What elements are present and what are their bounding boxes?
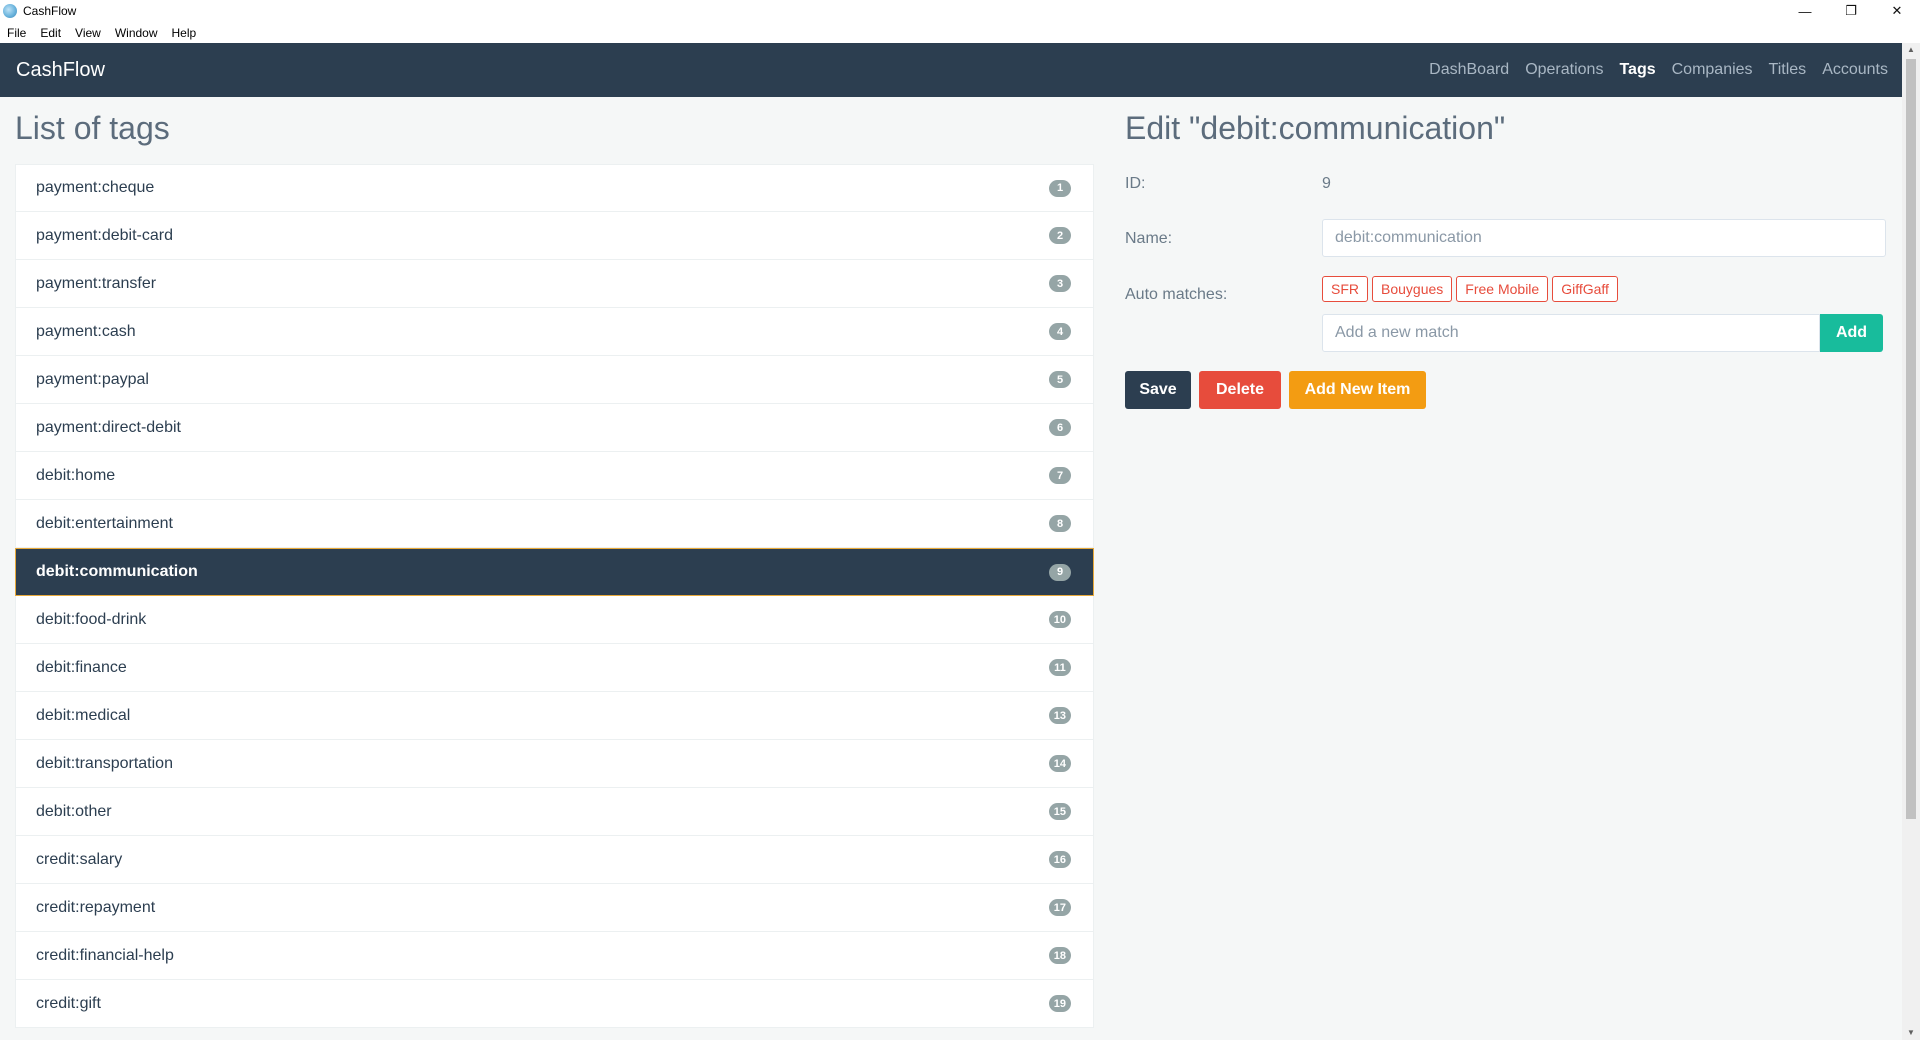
page-scrollbar[interactable]: ▲ ▼	[1902, 43, 1920, 1040]
name-label: Name:	[1125, 230, 1173, 247]
tag-list-item[interactable]: credit:gift 19	[15, 980, 1094, 1028]
tag-id-badge: 18	[1048, 947, 1071, 964]
scroll-down-icon[interactable]: ▼	[1902, 1026, 1920, 1040]
maximize-icon[interactable]: ❐	[1828, 0, 1874, 22]
tag-label: payment:cheque	[36, 179, 155, 196]
brand-link[interactable]: CashFlow	[0, 59, 105, 82]
tag-id-badge: 15	[1048, 803, 1071, 820]
save-button[interactable]: Save	[1125, 371, 1191, 409]
window-titlebar: CashFlow — ❐ ✕	[0, 0, 1920, 22]
tag-label: payment:paypal	[36, 370, 149, 388]
tag-label: credit:salary	[36, 850, 123, 868]
tag-id-badge: 9	[1049, 563, 1071, 581]
name-input[interactable]	[1322, 219, 1886, 257]
menu-window[interactable]: Window	[108, 26, 165, 40]
tag-id-badge: 10	[1048, 611, 1071, 628]
match-chip[interactable]: Free Mobile	[1456, 276, 1549, 302]
tag-list-item[interactable]: payment:cheque 1	[15, 164, 1094, 212]
tag-list-item[interactable]: debit:medical 13	[15, 692, 1094, 740]
tag-list-item[interactable]: debit:food-drink 10	[15, 596, 1094, 644]
tag-id-badge: 7	[1049, 467, 1071, 484]
tag-label: payment:debit-card	[36, 226, 173, 244]
tag-id-badge: 5	[1049, 371, 1071, 388]
minimize-icon[interactable]: —	[1782, 0, 1828, 22]
menu-help[interactable]: Help	[165, 26, 204, 40]
tag-list-item[interactable]: debit:transportation 14	[15, 740, 1094, 788]
tag-label: debit:other	[36, 802, 112, 820]
match-chip[interactable]: SFR	[1322, 276, 1368, 302]
menu-view[interactable]: View	[68, 26, 108, 40]
tag-id-badge: 1	[1049, 179, 1071, 197]
tag-id-badge: 19	[1048, 995, 1071, 1012]
tag-id-badge: 11	[1049, 659, 1071, 676]
match-chip[interactable]: GiffGaff	[1552, 276, 1618, 302]
menu-bar: File Edit View Window Help	[0, 22, 1920, 44]
match-chip[interactable]: Bouygues	[1372, 276, 1453, 302]
tag-id-badge: 16	[1048, 851, 1071, 868]
tag-label: payment:direct-debit	[36, 418, 181, 436]
tag-id-badge: 4	[1049, 323, 1071, 340]
menu-file[interactable]: File	[0, 26, 33, 40]
window-title: CashFlow	[23, 4, 77, 18]
window-controls: — ❐ ✕	[1782, 0, 1920, 22]
auto-matches-list: SFR Bouygues Free Mobile GiffGaff	[1322, 276, 1622, 302]
tag-list-item[interactable]: debit:home 7	[15, 452, 1094, 500]
list-title: List of tags	[15, 110, 170, 146]
tag-label: payment:cash	[36, 322, 136, 340]
tag-id-badge: 13	[1048, 707, 1071, 724]
tag-list-item[interactable]: payment:direct-debit 6	[15, 404, 1094, 452]
nav-titles[interactable]: Titles	[1769, 61, 1807, 79]
tag-label: credit:repayment	[36, 898, 156, 916]
tag-label: credit:financial-help	[36, 946, 174, 964]
delete-button[interactable]: Delete	[1199, 371, 1281, 409]
tag-label: debit:entertainment	[36, 514, 173, 532]
add-match-button[interactable]: Add	[1820, 314, 1883, 352]
tag-list-item-selected[interactable]: debit:communication 9	[15, 548, 1094, 596]
tag-id-badge: 14	[1048, 755, 1071, 772]
nav-companies[interactable]: Companies	[1672, 61, 1753, 79]
scrollbar-thumb[interactable]	[1906, 59, 1916, 819]
tag-list-item[interactable]: payment:cash 4	[15, 308, 1094, 356]
id-value: 9	[1322, 175, 1331, 192]
top-navbar: CashFlow DashBoard Operations Tags Compa…	[0, 43, 1902, 97]
menu-edit[interactable]: Edit	[33, 26, 68, 40]
tag-id-badge: 2	[1049, 227, 1071, 244]
tag-list-item[interactable]: credit:repayment 17	[15, 884, 1094, 932]
tag-list-item[interactable]: debit:other 15	[15, 788, 1094, 836]
app-logo-icon	[3, 4, 17, 18]
tag-list: payment:cheque 1 payment:debit-card 2 paym…	[15, 164, 1094, 1028]
tag-label: payment:transfer	[36, 274, 157, 292]
new-match-input[interactable]	[1322, 314, 1820, 352]
tag-label: debit:finance	[36, 658, 127, 676]
add-new-item-button[interactable]: Add New Item	[1289, 371, 1426, 409]
tag-label: credit:gift	[36, 994, 101, 1012]
nav-links: DashBoard Operations Tags Companies Titl…	[1413, 61, 1902, 79]
scroll-up-icon[interactable]: ▲	[1902, 43, 1920, 57]
tag-list-item[interactable]: payment:transfer 3	[15, 260, 1094, 308]
tag-list-item[interactable]: credit:financial-help 18	[15, 932, 1094, 980]
tag-label: debit:communication	[36, 563, 198, 580]
tag-id-badge: 8	[1049, 515, 1071, 532]
tag-id-badge: 6	[1049, 419, 1071, 436]
edit-title: Edit "debit:communication"	[1125, 110, 1506, 146]
tag-list-item[interactable]: payment:paypal 5	[15, 356, 1094, 404]
nav-dashboard[interactable]: DashBoard	[1429, 61, 1509, 79]
tag-label: debit:medical	[36, 706, 131, 724]
tag-id-badge: 3	[1049, 275, 1071, 292]
tag-list-item[interactable]: debit:finance 11	[15, 644, 1094, 692]
tag-id-badge: 17	[1048, 899, 1071, 916]
tag-label: debit:transportation	[36, 754, 173, 772]
tag-label: debit:food-drink	[36, 610, 147, 628]
tag-label: debit:home	[36, 466, 116, 484]
tag-list-item[interactable]: payment:debit-card 2	[15, 212, 1094, 260]
nav-operations[interactable]: Operations	[1525, 61, 1603, 79]
tag-list-item[interactable]: debit:entertainment 8	[15, 500, 1094, 548]
nav-tags[interactable]: Tags	[1619, 61, 1655, 79]
tag-list-item[interactable]: credit:salary 16	[15, 836, 1094, 884]
auto-matches-label: Auto matches:	[1125, 286, 1228, 303]
close-icon[interactable]: ✕	[1874, 0, 1920, 22]
nav-accounts[interactable]: Accounts	[1822, 61, 1888, 79]
id-label: ID:	[1125, 175, 1146, 192]
